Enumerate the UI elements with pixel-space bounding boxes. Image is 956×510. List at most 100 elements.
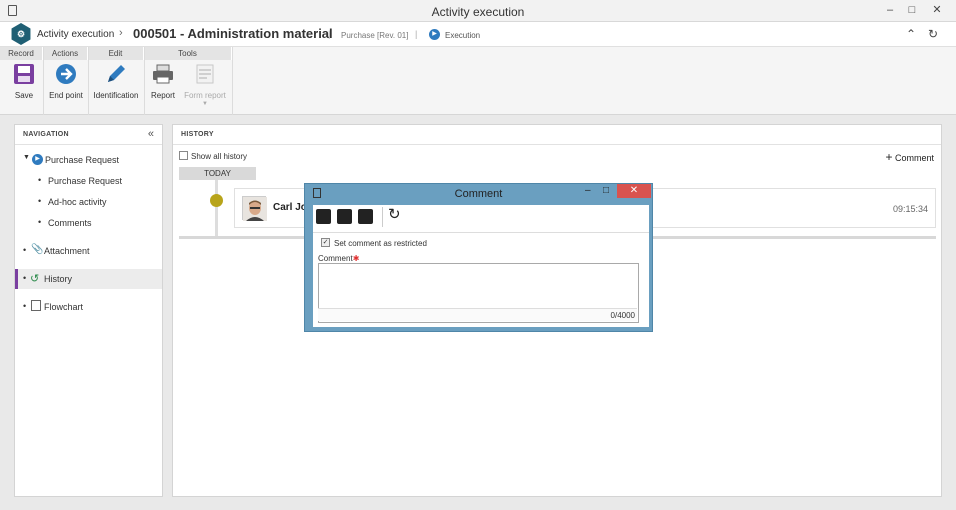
comment-field-label: Comment✱ xyxy=(318,254,359,263)
bullet-icon: • xyxy=(38,217,42,227)
nav-item-label: Comments xyxy=(48,218,92,228)
dialog-title: Comment xyxy=(454,188,503,200)
user-photo-icon xyxy=(243,197,267,221)
nav-item-label: Purchase Request xyxy=(48,176,123,186)
dialog-minimize-button[interactable]: – xyxy=(585,185,591,196)
window-titlebar: Activity execution – □ ✕ xyxy=(0,0,956,22)
identification-button[interactable]: Identification xyxy=(92,63,140,100)
form-report-button[interactable]: Form report ▼ xyxy=(182,63,228,107)
process-label: Purchase [Rev. 01] xyxy=(341,31,409,40)
save-icon[interactable] xyxy=(337,209,352,224)
show-all-history-checkbox[interactable] xyxy=(179,151,188,160)
ribbon-group-edit: Edit xyxy=(88,47,144,60)
bullet-icon: • xyxy=(38,196,42,206)
divider: | xyxy=(415,29,418,39)
nav-item-ad-hoc-activity[interactable]: • Ad-hoc activity xyxy=(15,192,162,212)
divider xyxy=(43,47,44,115)
navigation-panel: NAVIGATION « ▼ ▶ Purchase Request • Purc… xyxy=(14,124,163,497)
status-label: Execution xyxy=(445,31,481,40)
form-report-button-label: Form report xyxy=(184,91,226,100)
nav-item-label: History xyxy=(44,274,73,284)
breadcrumb-root[interactable]: Activity execution xyxy=(37,29,114,40)
nav-item-label: Ad-hoc activity xyxy=(48,197,107,207)
pencil-icon xyxy=(108,65,125,82)
save-and-close-icon[interactable] xyxy=(358,209,373,224)
bullet-icon: • xyxy=(23,301,27,311)
arrow-right-circle-icon xyxy=(56,64,76,84)
save-and-new-icon[interactable] xyxy=(316,209,331,224)
divider xyxy=(382,207,383,227)
ribbon-toolbar: Record Actions Edit Tools Save End point… xyxy=(0,47,956,115)
comment-textarea[interactable]: 0/4000 xyxy=(318,263,639,323)
chevron-right-icon: › xyxy=(119,27,123,39)
divider: | xyxy=(328,29,331,39)
restricted-checkbox[interactable]: ✓ xyxy=(321,238,330,247)
history-clock-icon: ↺ xyxy=(30,273,40,285)
bullet-icon: • xyxy=(38,175,42,185)
ribbon-group-actions: Actions xyxy=(43,47,88,60)
end-point-button[interactable]: End point xyxy=(47,63,85,100)
navigation-heading: NAVIGATION xyxy=(15,125,162,145)
history-heading: HISTORY xyxy=(173,125,941,145)
collapse-panel-icon[interactable]: « xyxy=(148,128,154,140)
timeline-dot xyxy=(210,194,223,207)
divider xyxy=(144,47,145,115)
dialog-maximize-button[interactable]: □ xyxy=(603,185,609,196)
dropdown-arrow-icon[interactable]: ▼ xyxy=(182,101,228,107)
expand-triangle-icon[interactable]: ▼ xyxy=(23,154,30,161)
report-button-label: Report xyxy=(150,91,175,100)
entry-user: Carl Jo xyxy=(273,202,307,213)
play-icon: ▶ xyxy=(32,154,43,165)
timeline-line xyxy=(215,180,218,237)
save-button-label: Save xyxy=(14,91,34,100)
divider xyxy=(313,232,649,233)
dialog-body: ↻ ✓ Set comment as restricted Comment✱ 0… xyxy=(313,205,649,327)
bullet-icon: • xyxy=(23,273,27,283)
nav-item-purchase-request[interactable]: • Purchase Request xyxy=(15,171,162,191)
character-counter: 0/4000 xyxy=(318,308,637,321)
show-all-history-label: Show all history xyxy=(191,152,248,161)
nav-item-label: Purchase Request xyxy=(45,155,120,165)
report-button[interactable]: Report xyxy=(148,63,178,100)
maximize-button[interactable]: □ xyxy=(902,3,922,17)
nav-item-comments[interactable]: • Comments xyxy=(15,213,162,233)
divider xyxy=(88,47,89,115)
restricted-label: Set comment as restricted xyxy=(334,239,427,248)
avatar xyxy=(242,196,267,221)
nav-item-attachment[interactable]: • 📎 Attachment xyxy=(15,241,162,261)
save-button[interactable]: Save xyxy=(8,63,40,100)
bullet-icon: • xyxy=(23,245,27,255)
paperclip-icon: 📎 xyxy=(31,244,44,255)
day-separator: TODAY xyxy=(179,167,256,180)
add-comment-label: Comment xyxy=(894,153,934,163)
breadcrumb: ⚙ Activity execution › 000501 - Administ… xyxy=(0,22,956,47)
app-logo-icon: ⚙ xyxy=(11,23,31,45)
divider xyxy=(232,47,233,115)
nav-item-purchase-request-group[interactable]: ▼ ▶ Purchase Request xyxy=(15,150,162,170)
required-icon: ✱ xyxy=(352,254,360,263)
add-comment-button[interactable]: + Comment xyxy=(885,150,934,164)
save-icon xyxy=(14,64,34,84)
minimize-button[interactable]: – xyxy=(880,3,900,17)
collapse-up-icon[interactable]: ⌃ xyxy=(906,27,916,41)
dialog-close-button[interactable]: ✕ xyxy=(617,184,651,198)
printer-icon xyxy=(153,64,173,84)
plus-icon: + xyxy=(885,150,893,164)
flowchart-icon xyxy=(31,300,41,311)
close-button[interactable]: ✕ xyxy=(927,3,947,17)
play-icon: ▶ xyxy=(429,29,440,40)
nav-item-flowchart[interactable]: • Flowchart xyxy=(15,297,162,317)
refresh-icon[interactable]: ↻ xyxy=(388,205,401,223)
refresh-icon[interactable]: ↻ xyxy=(928,27,938,41)
entry-time: 09:15:34 xyxy=(892,204,928,214)
nav-item-history[interactable]: • ↺ History xyxy=(15,269,162,289)
ribbon-group-tools: Tools xyxy=(144,47,232,60)
comment-dialog: Comment – □ ✕ ↻ ✓ Set comment as restric… xyxy=(304,183,653,332)
identification-button-label: Identification xyxy=(93,91,139,100)
dialog-titlebar[interactable]: Comment – □ ✕ xyxy=(305,184,652,203)
nav-item-label: Flowchart xyxy=(44,302,84,312)
nav-item-label: Attachment xyxy=(44,246,90,256)
page-title: 000501 - Administration material xyxy=(133,26,333,41)
form-printer-icon xyxy=(196,64,214,84)
comment-label-text: Comment xyxy=(318,254,353,263)
